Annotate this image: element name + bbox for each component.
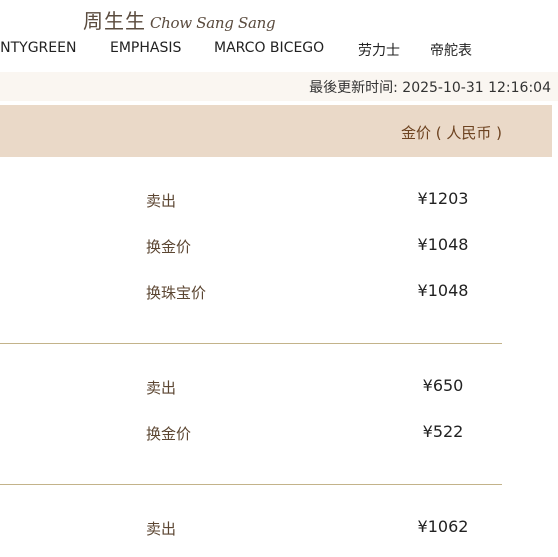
nav-item-marco-bicego[interactable]: MARCO BICEGO xyxy=(214,40,324,56)
brand-logo[interactable]: 周生生 Chow Sang Sang xyxy=(83,5,276,34)
row-price: ¥522 xyxy=(422,422,464,441)
row-price: ¥1048 xyxy=(417,281,469,300)
row-price: ¥650 xyxy=(422,376,464,395)
row-price: ¥1203 xyxy=(417,189,469,208)
row-label-sell: 卖出 xyxy=(146,520,177,538)
top-nav: INTYGREEN EMPHASIS MARCO BICEGO 劳力士 帝舵表 xyxy=(0,40,558,60)
group-divider xyxy=(0,343,502,344)
logo-chinese-text: 周生生 xyxy=(83,9,146,33)
row-label-sell: 卖出 xyxy=(146,192,177,210)
update-notice-bar: 最後更新时间: 2025-10-31 12:16:04 xyxy=(0,72,558,101)
row-label-sell: 卖出 xyxy=(146,379,177,397)
row-price: ¥1062 xyxy=(417,517,469,536)
gold-price-rmb-header: 金价 ( 人民币 ) xyxy=(401,124,503,142)
row-label-exchange-gold: 换金价 xyxy=(146,425,192,443)
group-divider xyxy=(0,484,502,485)
row-price: ¥1048 xyxy=(417,235,469,254)
price-table-header: 金价 ( 人民币 ) xyxy=(0,105,552,157)
nav-item-tudor[interactable]: 帝舵表 xyxy=(430,40,472,60)
nav-item-rolex[interactable]: 劳力士 xyxy=(358,40,400,60)
row-label-exchange-jewelry: 换珠宝价 xyxy=(146,284,207,302)
nav-item-intygreen[interactable]: INTYGREEN xyxy=(0,40,76,56)
nav-item-emphasis[interactable]: EMPHASIS xyxy=(110,40,181,56)
logo-english-text: Chow Sang Sang xyxy=(150,14,276,32)
row-label-exchange-gold: 换金价 xyxy=(146,238,192,256)
last-updated-text: 最後更新时间: 2025-10-31 12:16:04 xyxy=(309,80,551,96)
